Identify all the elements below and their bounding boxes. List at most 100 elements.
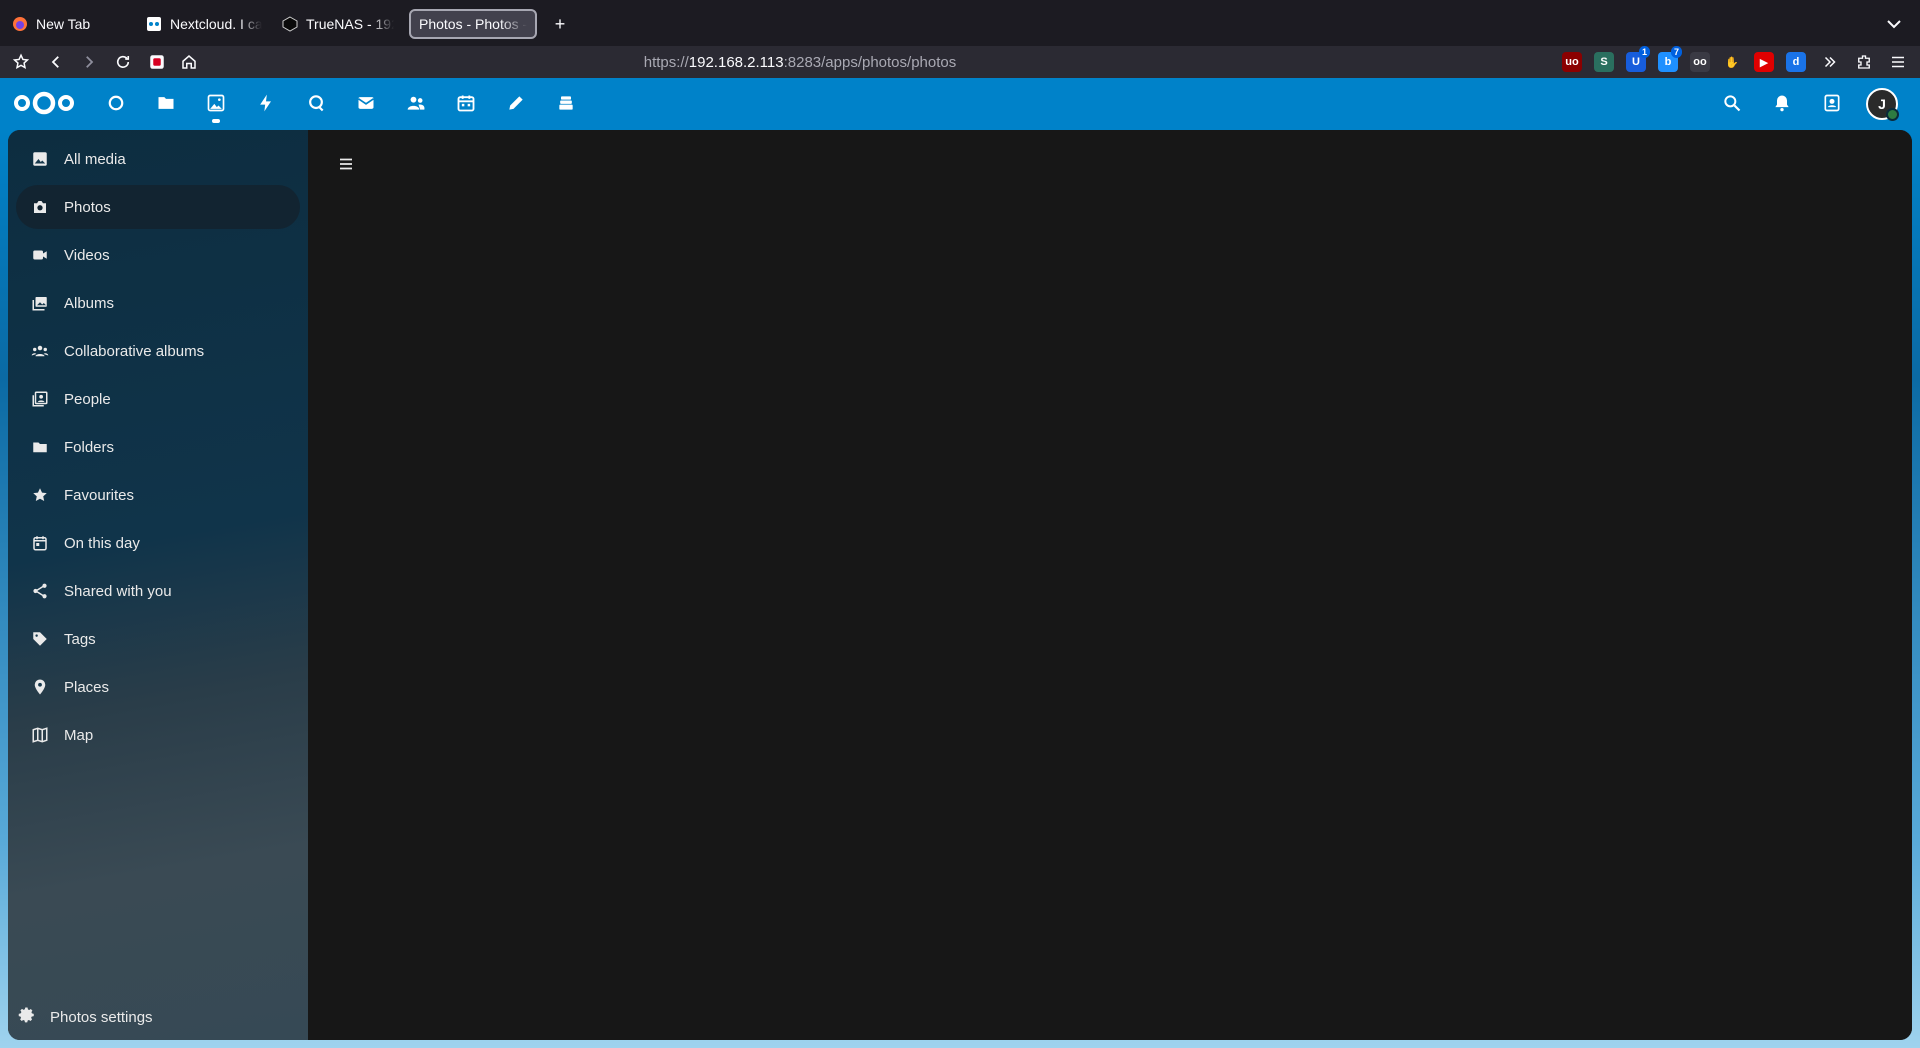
photos-settings-button[interactable]: Photos settings — [18, 1000, 153, 1034]
pdf-icon[interactable] — [145, 50, 169, 74]
nextcloud-logo-icon[interactable] — [12, 88, 76, 118]
extension-badge-icon[interactable]: b7 — [1658, 46, 1682, 72]
forward-icon[interactable] — [77, 50, 101, 74]
browser-nav-bar: https://192.168.2.113:8283/apps/photos/p… — [0, 46, 1920, 78]
tag-icon — [30, 629, 50, 649]
avatar-initials: J — [1878, 96, 1886, 112]
people-group-icon — [30, 341, 50, 361]
sidebar-item-shared-with-you[interactable]: Shared with you — [16, 569, 300, 613]
calendar-day-icon — [30, 533, 50, 553]
extension-glyph: S — [1600, 56, 1608, 68]
extension-glyph: U — [1632, 56, 1640, 68]
deck-icon[interactable] — [550, 87, 582, 119]
photos-icon[interactable] — [200, 87, 232, 123]
hand-icon[interactable]: ✋ — [1722, 52, 1742, 72]
contacts-icon[interactable] — [400, 87, 432, 119]
sidebar-item-label: People — [64, 390, 111, 408]
user-avatar[interactable]: J — [1866, 88, 1899, 121]
extension-glyph: oo — [1693, 56, 1707, 68]
sidebar-item-label: Favourites — [64, 486, 135, 504]
dashboard-icon[interactable] — [100, 87, 132, 119]
tab-new-tab[interactable]: New Tab — [4, 9, 124, 39]
app-menu-icon[interactable] — [1886, 50, 1910, 74]
star-icon — [30, 485, 50, 505]
settings-label: Photos settings — [50, 1008, 153, 1026]
s-extension-icon[interactable]: S — [1594, 52, 1614, 72]
sidebar-item-label: Places — [64, 678, 110, 696]
extension-glyph: b — [1664, 56, 1672, 68]
mail-icon[interactable] — [350, 87, 382, 119]
photos-sidebar: All media Photos Videos Albums Collaborative… — [8, 130, 308, 1040]
d-extension-icon[interactable]: d — [1786, 52, 1806, 72]
talk-icon[interactable] — [300, 87, 332, 119]
photos-main-area — [308, 130, 1912, 1040]
nextcloud-app: J All media Photos Videos Albums Collaborati… — [0, 78, 1920, 1048]
home-icon[interactable] — [177, 50, 201, 74]
notes-icon[interactable] — [500, 87, 532, 119]
image-icon — [30, 149, 50, 169]
extension-glyph: uo — [1565, 56, 1579, 68]
sidebar-item-label: Map — [64, 726, 94, 744]
toggle-navigation-icon[interactable] — [330, 148, 362, 180]
tab-label: Photos - Photos - — [419, 16, 527, 32]
share-icon — [30, 581, 50, 601]
albums-icon — [30, 293, 50, 313]
bitwarden-icon[interactable]: U1 — [1626, 46, 1650, 72]
more-tools-icon[interactable] — [1818, 50, 1842, 74]
tab-label: Nextcloud. I ca — [170, 16, 262, 32]
reload-icon[interactable] — [111, 50, 135, 74]
youtube-icon[interactable]: ▶ — [1754, 52, 1774, 72]
sidebar-item-albums[interactable]: Albums — [16, 281, 300, 325]
calendar-icon[interactable] — [450, 87, 482, 119]
folder-icon — [30, 437, 50, 457]
sidebar-item-label: Videos — [64, 246, 110, 264]
nextcloud-tab-icon — [146, 16, 162, 32]
sidebar-item-label: Collaborative albums — [64, 342, 205, 360]
sidebar-item-people[interactable]: People — [16, 377, 300, 421]
glasses-icon[interactable]: oo — [1690, 52, 1710, 72]
map-pin-icon — [30, 677, 50, 697]
tab-label: TrueNAS - 192 — [306, 16, 394, 32]
browser-tab-bar: New Tab Nextcloud. I ca TrueNAS - 192 Ph… — [0, 0, 1920, 46]
sidebar-item-tags[interactable]: Tags — [16, 617, 300, 661]
url-prefix: https:// — [643, 53, 689, 71]
content-panel: All media Photos Videos Albums Collaborative… — [8, 130, 1912, 1040]
files-icon[interactable] — [150, 87, 182, 119]
extension-glyph: d — [1792, 56, 1800, 68]
tab-photos[interactable]: Photos - Photos - — [409, 9, 537, 39]
url-host: 192.168.2.113 — [688, 53, 784, 71]
chevron-down-icon[interactable] — [1882, 12, 1906, 36]
sidebar-item-label: Albums — [64, 294, 115, 312]
sidebar-item-collaborative-albums[interactable]: Collaborative albums — [16, 329, 300, 373]
sidebar-item-label: Folders — [64, 438, 115, 456]
sidebar-item-favourites[interactable]: Favourites — [16, 473, 300, 517]
sidebar-item-videos[interactable]: Videos — [16, 233, 300, 277]
sidebar-item-map[interactable]: Map — [16, 713, 300, 757]
contacts-menu-icon[interactable] — [1816, 87, 1848, 119]
new-tab-button[interactable]: + — [548, 12, 572, 36]
sidebar-item-places[interactable]: Places — [16, 665, 300, 709]
activity-icon[interactable] — [250, 87, 282, 119]
url-bar[interactable]: https://192.168.2.113:8283/apps/photos/p… — [200, 48, 1400, 76]
firefox-icon — [12, 16, 28, 32]
sidebar-item-label: Shared with you — [64, 582, 172, 600]
search-icon[interactable] — [1716, 87, 1748, 119]
ublock-icon[interactable]: uo — [1562, 52, 1582, 72]
extension-badge: 1 — [1638, 46, 1650, 58]
notifications-bell-icon[interactable] — [1766, 87, 1798, 119]
portrait-icon — [30, 389, 50, 409]
camera-icon — [30, 197, 50, 217]
tab-nextcloud[interactable]: Nextcloud. I ca — [138, 9, 270, 39]
bookmark-star-icon[interactable] — [9, 50, 33, 74]
extensions-puzzle-icon[interactable] — [1852, 50, 1876, 74]
sidebar-item-photos[interactable]: Photos — [16, 185, 300, 229]
back-icon[interactable] — [44, 50, 68, 74]
sidebar-item-on-this-day[interactable]: On this day — [16, 521, 300, 565]
truenas-icon — [282, 16, 298, 32]
sidebar-item-all-media[interactable]: All media — [16, 137, 300, 181]
extension-glyph: ▶ — [1759, 56, 1769, 69]
url-path: :8283/apps/photos/photos — [783, 53, 957, 71]
sidebar-item-folders[interactable]: Folders — [16, 425, 300, 469]
tab-truenas[interactable]: TrueNAS - 192 — [274, 9, 402, 39]
map-icon — [30, 725, 50, 745]
